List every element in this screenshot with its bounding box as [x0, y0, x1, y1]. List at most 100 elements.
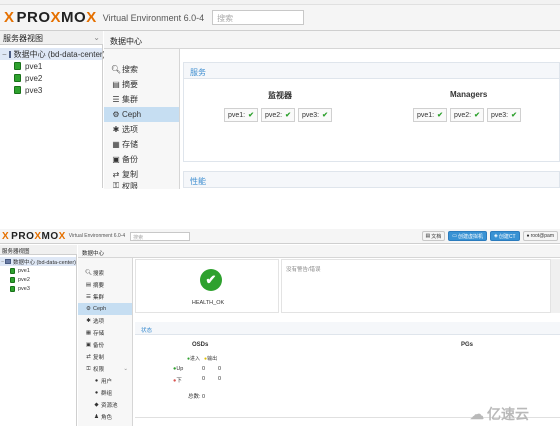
nav-options[interactable]: ✱ 选项 [78, 315, 132, 327]
server-rack-icon: ☰ [112, 95, 120, 104]
nav-backup[interactable]: ▣ 备份 [78, 339, 132, 351]
osd-row-down: ●下 0 0 [173, 376, 221, 384]
nav-replication[interactable]: ⇄ 复制 [104, 167, 179, 182]
nav-options[interactable]: ✱ 选项 [104, 122, 179, 137]
datacenter-nav: 🔍︎ 搜索 ▤ 摘要 ☰ 集群 ⚙ Ceph ✱ 选项 ▦ 存储 ▣ 备份 ⇄ 复制 ⚿ 权限 ⌄ … [78, 258, 133, 426]
user-icon: ● [94, 378, 99, 384]
osds-label: OSDs [192, 342, 209, 348]
check-icon: ✔ [511, 112, 517, 119]
osd-total: 总数: 0 [188, 394, 206, 400]
nav-roles[interactable]: ♟ 角色 [78, 411, 132, 423]
collapse-icon: − [1, 258, 5, 265]
osd-legend: ●进入 ●输出 [187, 355, 217, 362]
tree-datacenter[interactable]: − 数据中心 (bd-data-center) [0, 48, 105, 60]
tree-datacenter[interactable]: − 数据中心 (bd-data-center) [0, 257, 76, 266]
status-panel-title: 状态 [135, 322, 560, 335]
screenshot-separator [0, 189, 560, 229]
osd-out-legend: ●输出 [204, 356, 218, 362]
search-icon: 🔍︎ [85, 270, 92, 276]
nav-replication[interactable]: ⇄ 复制 [78, 351, 132, 363]
server-icon [14, 86, 21, 94]
nav-search[interactable]: 🔍︎ 搜索 [78, 267, 132, 279]
tree-node[interactable]: pve3 [0, 284, 76, 293]
resource-tree: − 数据中心 (bd-data-center) pve1 pve2 pve3 [0, 45, 105, 188]
page-title: 数据中心 [78, 245, 560, 258]
nav-pools[interactable]: ◆ 资源池 [78, 399, 132, 411]
nav-search[interactable]: 🔍︎ 搜索 [104, 62, 179, 77]
monitor-badge[interactable]: pve3: ✔ [298, 108, 332, 122]
header-buttons: ▤ 文档 ▭ 创建虚拟机 ◈ 创建CT ● root@pam [421, 231, 558, 241]
gear-icon: ✱ [112, 125, 120, 134]
server-icon [10, 267, 15, 274]
services-panel: 服务 监视器 Managers pve1: ✔ pve2: ✔ pve3: ✔ pve… [183, 62, 560, 162]
page-title: 数据中心 [104, 31, 560, 49]
nav-storage[interactable]: ▦ 存储 [104, 137, 179, 152]
monitors-label: 监视器 [268, 91, 292, 100]
manager-badge[interactable]: pve3: ✔ [487, 108, 521, 122]
monitor-badge[interactable]: pve1: ✔ [224, 108, 258, 122]
nav-ceph[interactable]: ⚙ Ceph [78, 303, 132, 315]
manager-badge[interactable]: pve2: ✔ [450, 108, 484, 122]
ceph-icon: ⚙ [112, 110, 120, 119]
check-icon: ✔ [322, 112, 328, 119]
chevron-down-icon: ⌄ [93, 33, 100, 42]
osd-up-label: ●Up [173, 366, 184, 372]
monitor-badge[interactable]: pve2: ✔ [261, 108, 295, 122]
logo-x-icon: X [2, 230, 10, 242]
check-icon: ✔ [474, 112, 480, 119]
nav-cluster[interactable]: ☰ 集群 [104, 92, 179, 107]
nav-summary[interactable]: ▤ 摘要 [78, 279, 132, 291]
nav-backup[interactable]: ▣ 备份 [104, 152, 179, 167]
user-menu-button[interactable]: ● root@pam [522, 231, 558, 241]
top-header: X PRO X MO X Virtual Environment 6.0-4 搜索 [0, 5, 560, 31]
datacenter-nav: 🔍︎ 搜索 ▤ 摘要 ☰ 集群 ⚙ Ceph ✱ 选项 ▦ 存储 ▣ 备份 ⇄ 复制 ⚿ 权限 [104, 49, 180, 190]
search-input[interactable]: 搜索 [130, 231, 191, 241]
male-icon: ♟ [94, 414, 99, 420]
tree-view-selector[interactable]: 服务器视图 ⌄ [0, 31, 103, 45]
nav-permissions[interactable]: ⚿ 权限 ⌄ [78, 363, 132, 375]
server-icon [10, 276, 15, 283]
warnings-panel: 没有警告/错误 [281, 259, 551, 313]
nav-storage[interactable]: ▦ 存储 [78, 327, 132, 339]
search-input[interactable]: 搜索 [212, 10, 305, 25]
tree-node[interactable]: pve1 [0, 266, 76, 275]
tree-node[interactable]: pve1 [0, 60, 102, 72]
tree-view-selector[interactable]: 服务器视图 [0, 245, 77, 255]
nav-groups[interactable]: ● 群组 [78, 387, 132, 399]
docs-button[interactable]: ▤ 文档 [421, 231, 446, 241]
resource-tree: − 数据中心 (bd-data-center) pve1 pve2 pve3 [0, 255, 77, 426]
unlock-icon: ⚿ [86, 365, 91, 372]
osd-down-label: ●下 [173, 378, 182, 384]
tree-node[interactable]: pve2 [0, 72, 102, 84]
floppy-icon: ▣ [85, 342, 92, 348]
cube-icon: ◈ [494, 233, 498, 239]
create-vm-button[interactable]: ▭ 创建虚拟机 [448, 231, 488, 241]
tags-icon: ◆ [94, 402, 99, 408]
nav-summary[interactable]: ▤ 摘要 [104, 77, 179, 92]
nav-ceph[interactable]: ⚙ Ceph [104, 107, 179, 122]
check-icon: ✔ [285, 112, 291, 119]
performance-panel-title: 性能 [183, 171, 560, 188]
osds-section: OSDs PGs ●进入 ●输出 ●Up 0 0 ●下 0 0 总数: 0 [135, 335, 560, 415]
create-ct-button[interactable]: ◈ 创建CT [490, 231, 520, 241]
book-icon: ▤ [85, 282, 92, 288]
check-icon: ✔ [437, 112, 443, 119]
health-ok-icon: ✔ [200, 269, 222, 291]
osd-in-legend: ●进入 [187, 356, 201, 362]
version-label: Virtual Environment 6.0-4 [102, 12, 205, 23]
tree-node[interactable]: pve3 [0, 84, 102, 96]
bottom-header: X PRO X MO X Virtual Environment 6.0-4 搜索 ▤… [0, 229, 560, 244]
book-icon: ▤ [425, 233, 431, 239]
osd-row-up: ●Up 0 0 [173, 366, 221, 372]
panel-scrollbar[interactable] [551, 259, 560, 313]
monitors-list: pve1: ✔ pve2: ✔ pve3: ✔ [224, 108, 332, 122]
chevron-down-icon: ⌄ [123, 366, 128, 372]
server-icon [14, 62, 21, 70]
manager-badge[interactable]: pve1: ✔ [413, 108, 447, 122]
search-icon: 🔍︎ [110, 65, 122, 74]
collapse-icon: − [2, 49, 7, 59]
cloud-logo-icon: ☁ [470, 406, 484, 422]
nav-cluster[interactable]: ☰ 集群 [78, 291, 132, 303]
tree-node[interactable]: pve2 [0, 275, 76, 284]
nav-users[interactable]: ● 用户 [78, 375, 132, 387]
